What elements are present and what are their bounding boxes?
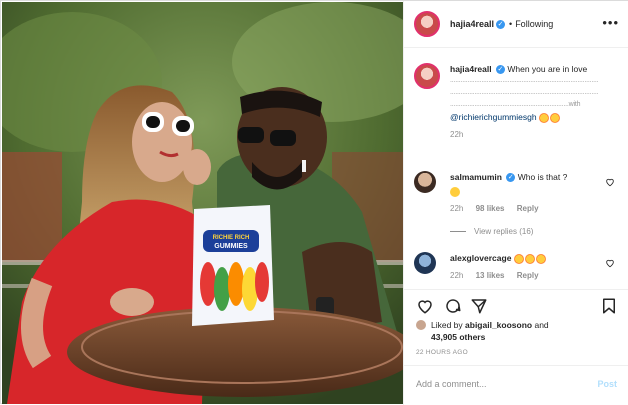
caption-time[interactable]: 22h <box>450 130 463 139</box>
caption-dots-1: ........................................… <box>450 77 599 84</box>
comments-list[interactable]: hajia4reall ✓ When you are in love .....… <box>404 49 628 289</box>
add-comment-input[interactable]: Add a comment... <box>416 379 487 389</box>
post-photo-image: RICHIE RICH GUMMIES <box>2 2 403 404</box>
post-timestamp[interactable]: 22 HOURS AGO <box>416 349 468 356</box>
comment-likes[interactable]: 13 likes <box>476 271 505 280</box>
comment-bubble-icon[interactable] <box>444 297 462 315</box>
comment-item: alexglovercage eee 22h 13 likes Reply <box>414 252 619 282</box>
author-avatar[interactable] <box>414 11 440 37</box>
instagram-post-window: RICHIE RICH GUMMIES hajia4reall ✓ • Foll… <box>0 0 628 405</box>
post-comment-button[interactable]: Post <box>597 379 617 389</box>
liker-avatar[interactable] <box>416 320 426 330</box>
heart-eyes-emoji-icon: e <box>549 112 560 123</box>
like-comment-heart-icon[interactable] <box>605 177 615 187</box>
commenter-avatar[interactable] <box>414 252 436 274</box>
heart-eyes-emoji-icon: e <box>535 253 546 264</box>
view-replies-button[interactable]: View replies (16) <box>450 227 533 236</box>
verified-badge-icon: ✓ <box>506 173 516 183</box>
caption-text: When you are in love <box>507 64 588 74</box>
likes-summary: Liked by abigail_koosono and 43,905 othe… <box>416 319 621 343</box>
following-button[interactable]: Following <box>515 19 553 29</box>
caption-dots-3: ........................................… <box>450 101 581 108</box>
post-header: hajia4reall ✓ • Following ••• <box>404 1 628 48</box>
gummies-bag-text-1: RICHIE RICH <box>213 235 250 241</box>
share-paper-plane-icon[interactable] <box>470 297 488 315</box>
reply-button[interactable]: Reply <box>517 204 539 213</box>
commenter-avatar[interactable] <box>414 171 436 193</box>
caption-author[interactable]: hajia4reall <box>450 64 492 74</box>
comment-author[interactable]: alexglovercage <box>450 253 511 263</box>
comment-author[interactable]: salmamumin <box>450 172 502 182</box>
caption-dots-2: ........................................… <box>450 89 599 96</box>
likes-others-link[interactable]: 43,905 others <box>431 331 621 343</box>
caption-author-avatar[interactable] <box>414 63 440 89</box>
like-heart-icon[interactable] <box>416 297 434 315</box>
heart-eyes-emoji-icon: e <box>513 253 524 264</box>
caption: hajia4reall ✓ When you are in love .....… <box>414 63 619 141</box>
heart-eyes-emoji-icon: e <box>524 253 535 264</box>
comment-text: Who is that ? <box>517 172 568 182</box>
reply-button[interactable]: Reply <box>517 271 539 280</box>
save-bookmark-icon[interactable] <box>600 297 618 315</box>
likes-joiner: and <box>532 320 549 330</box>
header-separator: • <box>509 19 513 29</box>
author-username[interactable]: hajia4reall <box>450 19 494 29</box>
grinning-emoji-icon: e <box>450 186 460 197</box>
verified-badge-icon: ✓ <box>495 65 505 75</box>
like-comment-heart-icon[interactable] <box>605 258 615 268</box>
liker-username[interactable]: abigail_koosono <box>465 320 532 330</box>
verified-badge-icon: ✓ <box>496 19 506 29</box>
likes-prefix: Liked by <box>431 320 466 330</box>
more-options-icon[interactable]: ••• <box>602 15 619 30</box>
post-photo[interactable]: RICHIE RICH GUMMIES <box>2 2 403 404</box>
post-actions-bar <box>404 289 628 319</box>
comment-time[interactable]: 22h <box>450 271 463 280</box>
caption-mention-link[interactable]: @richierichgummiesgh <box>450 112 537 122</box>
comment-time[interactable]: 22h <box>450 204 463 213</box>
gummies-bag-text-2: GUMMIES <box>214 243 248 250</box>
post-side-panel: hajia4reall ✓ • Following ••• hajia4real… <box>403 1 628 405</box>
comment-likes[interactable]: 98 likes <box>476 204 505 213</box>
heart-eyes-emoji-icon: e <box>538 112 549 123</box>
add-comment-bar: Add a comment... Post <box>404 365 628 405</box>
comment-item: salmamumin ✓ Who is that ? e 22h 98 like… <box>414 171 619 215</box>
